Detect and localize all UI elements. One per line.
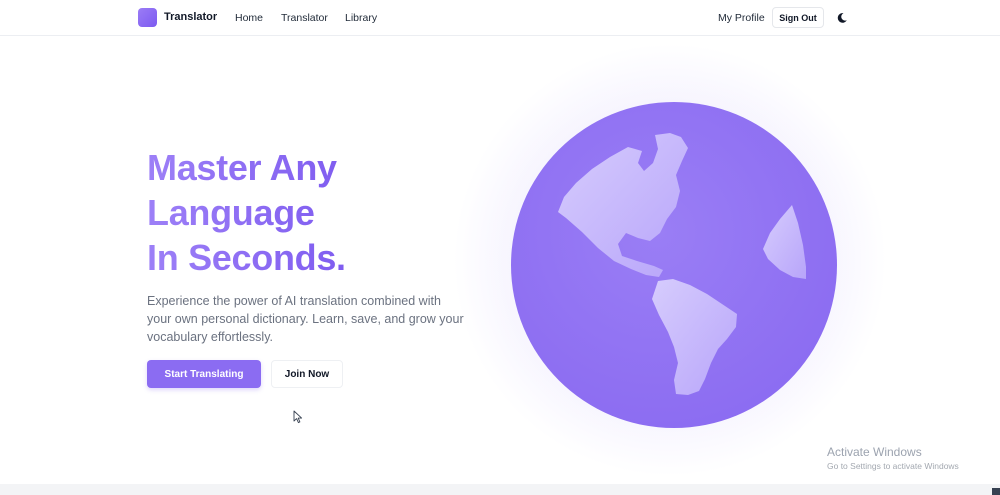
activate-windows-title: Activate Windows	[827, 445, 922, 459]
bottom-strip	[0, 484, 1000, 495]
start-translating-button[interactable]: Start Translating	[147, 360, 261, 388]
globe-icon	[510, 101, 838, 429]
hero-headline-line-1: Master Any	[147, 147, 337, 188]
logo-icon[interactable]	[138, 8, 157, 27]
hero-headline-line-2: Language	[147, 192, 315, 233]
join-now-button[interactable]: Join Now	[271, 360, 343, 388]
nav-link-library[interactable]: Library	[345, 12, 377, 24]
nav-link-my-profile[interactable]: My Profile	[718, 12, 765, 24]
hero-headline: Master Any Language In Seconds.	[147, 145, 346, 280]
brand-name[interactable]: Translator	[164, 11, 217, 23]
activate-windows-subtitle: Go to Settings to activate Windows	[827, 461, 959, 471]
bottom-corner	[992, 488, 1000, 495]
moon-icon[interactable]	[836, 11, 848, 23]
hero-headline-line-3: In Seconds.	[147, 237, 346, 278]
nav-link-translator[interactable]: Translator	[281, 12, 328, 24]
nav-link-home[interactable]: Home	[235, 12, 263, 24]
sign-out-button[interactable]: Sign Out	[772, 7, 824, 28]
hero-subtext: Experience the power of AI translation c…	[147, 294, 464, 344]
mouse-cursor-icon	[293, 410, 303, 424]
top-navbar: Translator Home Translator Library My Pr…	[0, 0, 1000, 36]
